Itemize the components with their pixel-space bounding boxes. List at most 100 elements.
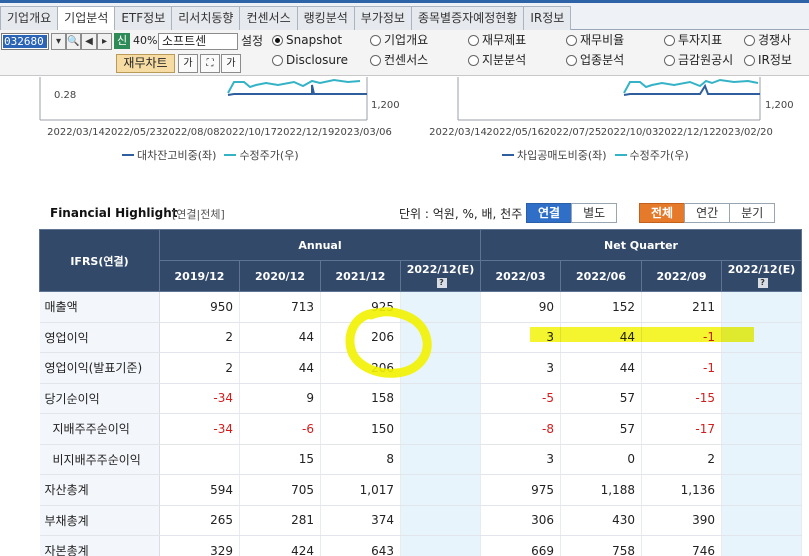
table-cell: 152: [560, 291, 643, 323]
tab-8[interactable]: IR정보: [523, 6, 572, 30]
legend-price-swatch-2: [614, 154, 627, 156]
table-cell: 975: [480, 474, 562, 506]
row-label[interactable]: 매출액: [39, 291, 160, 323]
radio-dot[interactable]: [664, 55, 675, 66]
radio-dot[interactable]: [468, 35, 479, 46]
expand-icon[interactable]: ⛶: [200, 54, 220, 73]
period-header-2: 2021/12: [320, 260, 401, 292]
table-cell: 746: [641, 535, 723, 556]
financial-highlight-table: IFRS(연결) Annual Net Quarter 2019/12 2020/…: [39, 229, 803, 556]
radio-dot[interactable]: [744, 35, 755, 46]
table-row: 부채총계 265 281 374 306 430 390: [39, 505, 803, 536]
radio-option-4[interactable]: 투자지표: [664, 33, 722, 48]
radio-option-6[interactable]: Disclosure: [272, 53, 348, 68]
font-size-button-2[interactable]: 가: [221, 54, 241, 73]
radio-dot[interactable]: [664, 35, 675, 46]
tab-7[interactable]: 종목별증자예정현황: [410, 6, 525, 30]
radio-dot[interactable]: [370, 35, 381, 46]
table-cell: [400, 535, 482, 556]
table-cell: 1,017: [320, 474, 401, 506]
margin-rate: 40%: [133, 34, 158, 47]
right-chart-x-ticks: 2022/03/14 2022/05/16 2022/07/25 2022/10/03…: [429, 127, 773, 138]
row-label[interactable]: 자산총계: [39, 474, 160, 506]
radio-option-9[interactable]: 업종분석: [566, 53, 624, 68]
right-price-series: [623, 78, 759, 94]
help-icon[interactable]: ?: [436, 278, 447, 288]
search-icon[interactable]: 🔍: [66, 33, 81, 50]
settings-button[interactable]: 설정: [241, 33, 263, 49]
toggle2-option-1[interactable]: 연간: [684, 203, 731, 223]
radio-dot[interactable]: [370, 55, 381, 66]
table-cell: [721, 413, 803, 445]
radio-label: 지분분석: [482, 53, 527, 67]
dropdown-arrow-icon[interactable]: ▾: [51, 33, 66, 50]
x-tick-label: 2022/03/14: [47, 127, 105, 138]
period-toggle: 전체 연간 분기: [639, 203, 776, 223]
font-size-button[interactable]: 가: [178, 54, 198, 73]
table-cell: 713: [239, 291, 321, 323]
radio-option-10[interactable]: 금감원공시: [664, 53, 733, 68]
row-label[interactable]: 영업이익: [39, 322, 160, 353]
company-name-field[interactable]: 소프트센: [158, 33, 238, 50]
row-label[interactable]: 비지배주주순이익: [39, 444, 160, 475]
table-cell: -8: [480, 413, 562, 445]
table-cell: 430: [560, 505, 643, 536]
help-icon[interactable]: ?: [757, 278, 768, 288]
credit-badge: 신: [114, 33, 130, 49]
x-tick-label: 2022/10/03: [601, 127, 659, 138]
radio-option-7[interactable]: 컨센서스: [370, 53, 428, 68]
financial-chart-button[interactable]: 재무차트: [116, 54, 175, 73]
row-label[interactable]: 당기순이익: [39, 383, 160, 414]
table-cell: -17: [641, 413, 723, 445]
toggle2-option-2[interactable]: 분기: [729, 203, 776, 223]
row-label[interactable]: 영업이익(발표기준): [39, 352, 160, 384]
radio-option-1[interactable]: 기업개요: [370, 33, 428, 48]
radio-option-8[interactable]: 지분분석: [468, 53, 526, 68]
table-row: 자본총계 329 424 643 669 758 746: [39, 535, 803, 556]
tab-1[interactable]: 기업분석: [57, 6, 116, 31]
radio-dot[interactable]: [272, 35, 283, 46]
tab-4[interactable]: 컨센서스: [239, 6, 298, 30]
toolbar: 032680 ▾ 🔍 ◀ ▸ 신 40% 소프트센 설정 재무차트 가 ⛶ 가 …: [0, 30, 809, 76]
row-label[interactable]: 자본총계: [39, 535, 160, 556]
table-cell: 2: [159, 352, 240, 384]
tab-3[interactable]: 리서치동향: [171, 6, 241, 30]
radio-option-0[interactable]: Snapshot: [272, 33, 342, 48]
toggle1-option-0[interactable]: 연결: [526, 203, 573, 223]
row-label[interactable]: 지배주주순이익: [39, 413, 160, 445]
row-label[interactable]: 부채총계: [39, 505, 160, 536]
stock-code-input[interactable]: 032680: [1, 33, 49, 50]
legend-short-swatch: [502, 154, 514, 156]
table-cell: 0: [560, 444, 643, 475]
x-tick-label: 2022/07/25: [544, 127, 602, 138]
toggle1-option-1[interactable]: 별도: [571, 203, 618, 223]
radio-dot[interactable]: [744, 55, 755, 66]
period-header-label: 2022/03: [495, 269, 546, 283]
highlight-circle: [345, 307, 432, 378]
tab-6[interactable]: 부가정보: [353, 6, 412, 30]
toggle2-option-0[interactable]: 전체: [639, 203, 686, 223]
radio-dot[interactable]: [566, 55, 577, 66]
tab-2[interactable]: ETF정보: [114, 6, 173, 30]
speaker-icon[interactable]: ◀: [81, 33, 97, 50]
radio-option-5[interactable]: 경쟁사: [744, 33, 791, 48]
right-chart-legend: 차입공매도비중(좌) 수정주가(우): [502, 147, 689, 163]
radio-label: 경쟁사: [758, 33, 792, 47]
more-menu-icon[interactable]: ▸: [97, 33, 112, 50]
quarter-header: Net Quarter: [480, 229, 803, 261]
radio-option-2[interactable]: 재무제표: [468, 33, 526, 48]
radio-option-3[interactable]: 재무비율: [566, 33, 624, 48]
table-cell: 211: [641, 291, 723, 323]
financial-highlight-subtitle: [연결|전체]: [172, 208, 225, 221]
chart-strip: 0.28 1,200 2022/03/14 2022/05/23 2022/08/0…: [0, 77, 809, 169]
tab-0[interactable]: 기업개요: [0, 6, 59, 30]
radio-dot[interactable]: [468, 55, 479, 66]
tab-5[interactable]: 랭킹분석: [296, 6, 355, 30]
radio-dot[interactable]: [272, 55, 283, 66]
radio-dot[interactable]: [566, 35, 577, 46]
table-row: 자산총계 594 705 1,017 975 1,188 1,136: [39, 474, 803, 506]
period-header-label: 2021/12: [335, 269, 386, 283]
table-cell: 1,188: [560, 474, 643, 506]
x-tick-label: 2022/03/14: [429, 127, 487, 138]
radio-option-11[interactable]: IR정보: [744, 53, 792, 68]
